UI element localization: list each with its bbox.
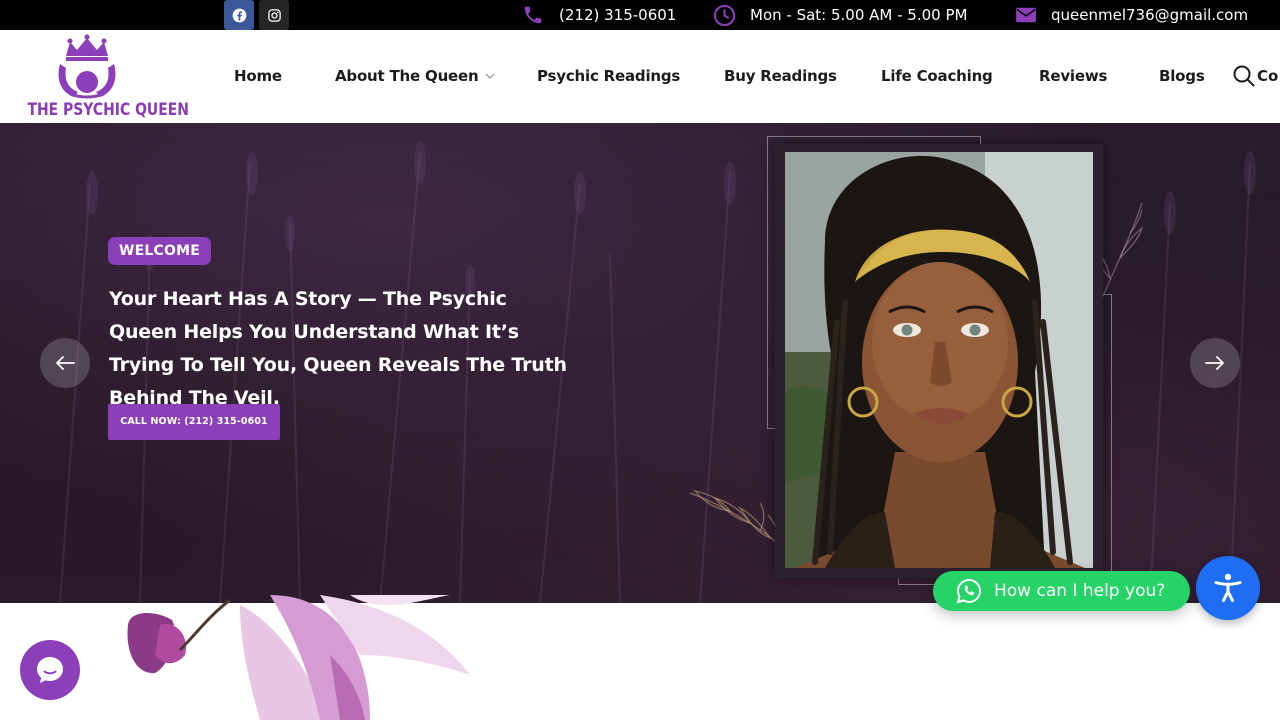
portrait-photo (785, 152, 1093, 568)
slider-prev-button[interactable] (40, 338, 90, 388)
envelope-icon (1016, 7, 1036, 23)
chevron-down-icon (485, 73, 494, 79)
arrow-right-icon (1205, 356, 1224, 370)
nav-item-about[interactable]: About The Queen (335, 67, 495, 85)
nav-item-blogs[interactable]: Blogs (1159, 67, 1205, 85)
chat-icon (37, 657, 63, 683)
crown-logo-icon (58, 34, 116, 99)
topbar-hours-text: Mon - Sat: 5.00 AM - 5.00 PM (750, 6, 968, 24)
site-header: THE PSYCHIC QUEEN Home About The Queen P… (0, 30, 1280, 123)
search-icon[interactable] (1232, 64, 1256, 88)
call-now-button[interactable]: CALL NOW: (212) 315-0601 (108, 404, 280, 440)
whatsapp-icon (956, 578, 982, 604)
magnolia-flower-image (127, 595, 470, 720)
topbar-email[interactable]: queenmel736@gmail.com (1015, 0, 1248, 30)
hero-headline: Your Heart Has A Story — The Psychic Que… (109, 288, 567, 409)
nav-item-buy-readings[interactable]: Buy Readings (724, 67, 837, 85)
slider-next-button[interactable] (1190, 338, 1240, 388)
facebook-link[interactable] (224, 0, 254, 30)
topbar-phone-text: (212) 315-0601 (559, 6, 677, 24)
nav-item-contact-cut[interactable]: Co (1257, 67, 1278, 85)
hero-slider: WELCOME Your Heart Has A Story — The Psy… (0, 123, 1280, 603)
welcome-badge: WELCOME (108, 237, 211, 265)
nav-item-reviews[interactable]: Reviews (1039, 67, 1107, 85)
chat-bubble-button[interactable] (20, 640, 80, 700)
arrow-left-icon (56, 356, 75, 370)
topbar-hours: Mon - Sat: 5.00 AM - 5.00 PM (713, 0, 967, 30)
clock-icon (713, 4, 736, 26)
instagram-icon (267, 8, 281, 22)
top-bar: (212) 315-0601 Mon - Sat: 5.00 AM - 5.00… (0, 0, 1280, 30)
topbar-phone[interactable]: (212) 315-0601 (521, 0, 676, 30)
accessibility-icon (1214, 573, 1242, 602)
nav-item-home[interactable]: Home (234, 67, 282, 85)
topbar-email-text: queenmel736@gmail.com (1051, 6, 1249, 24)
instagram-link[interactable] (259, 0, 289, 30)
nav-item-about-label: About The Queen (335, 67, 479, 85)
logo-text: THE PSYCHIC QUEEN (27, 100, 189, 120)
page: (212) 315-0601 Mon - Sat: 5.00 AM - 5.00… (0, 0, 1280, 720)
phone-icon (524, 6, 542, 24)
accessibility-button[interactable] (1196, 556, 1260, 620)
nav-item-psychic-readings[interactable]: Psychic Readings (537, 67, 680, 85)
whatsapp-chat-button[interactable]: How can I help you? (933, 571, 1190, 611)
whatsapp-button-label: How can I help you? (994, 581, 1166, 601)
facebook-icon (232, 8, 246, 22)
nav-item-life-coaching[interactable]: Life Coaching (881, 67, 993, 85)
site-logo[interactable]: THE PSYCHIC QUEEN (14, 34, 189, 120)
portrait-illustration (785, 152, 1093, 568)
